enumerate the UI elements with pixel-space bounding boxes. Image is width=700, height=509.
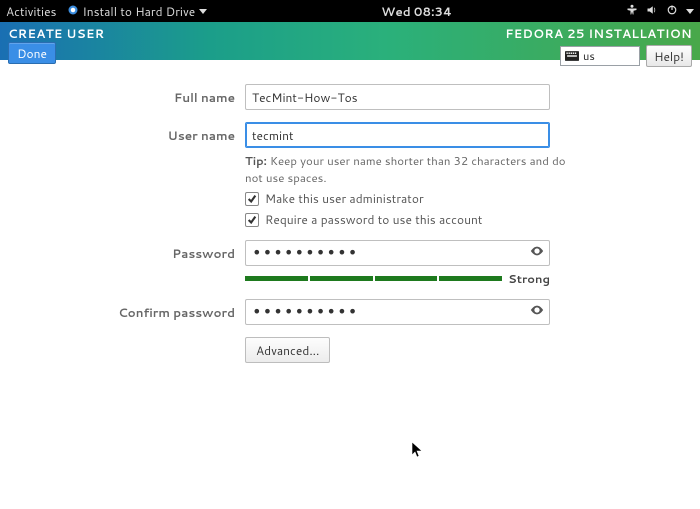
gnome-top-bar: Activities Install to Hard Drive Wed 08:… — [0, 0, 700, 22]
app-icon — [67, 3, 79, 20]
check-icon — [247, 215, 257, 225]
brand-label: FEDORA 25 INSTALLATION — [505, 25, 692, 42]
strength-segment — [310, 276, 373, 281]
strength-label: Strong — [508, 270, 550, 287]
password-label: Password — [60, 245, 245, 262]
page-title: CREATE USER — [8, 25, 104, 42]
admin-checkbox-label: Make this user administrator — [265, 190, 424, 207]
app-menu[interactable]: Install to Hard Drive — [67, 3, 208, 20]
keyboard-icon — [565, 51, 579, 61]
fullname-label: Full name — [60, 89, 245, 106]
fullname-input[interactable] — [245, 84, 550, 110]
chevron-down-icon — [199, 9, 207, 14]
create-user-form: Full name User name Tip: Keep your user … — [0, 60, 700, 363]
password-masked-value: •••••••••• — [252, 240, 358, 266]
volume-icon[interactable] — [646, 3, 658, 20]
admin-checkbox[interactable] — [245, 192, 259, 206]
require-password-checkbox[interactable] — [245, 213, 259, 227]
tip-text: Keep your user name shorter than 32 char… — [245, 152, 566, 186]
tip-prefix: Tip: — [245, 152, 267, 169]
confirm-password-label: Confirm password — [60, 304, 245, 321]
username-label: User name — [60, 127, 245, 144]
username-input[interactable] — [245, 122, 550, 148]
keyboard-layout-label: us — [583, 48, 595, 64]
reveal-password-icon[interactable] — [530, 244, 544, 262]
keyboard-layout-indicator[interactable]: us — [560, 46, 640, 66]
username-tip: Tip: Keep your user name shorter than 32… — [245, 152, 580, 186]
done-button[interactable]: Done — [8, 42, 56, 64]
advanced-button[interactable]: Advanced... — [245, 337, 330, 363]
system-menu-chevron-icon[interactable] — [686, 9, 694, 14]
activities-button[interactable]: Activities — [6, 3, 57, 20]
require-password-checkbox-label: Require a password to use this account — [265, 211, 482, 228]
password-input[interactable]: •••••••••• — [245, 240, 550, 266]
accessibility-icon[interactable] — [626, 3, 638, 20]
strength-segment — [375, 276, 438, 281]
anaconda-header: CREATE USER Done FEDORA 25 INSTALLATION … — [0, 22, 700, 60]
strength-segment — [439, 276, 502, 281]
confirm-password-masked-value: •••••••••• — [252, 299, 358, 325]
help-button[interactable]: Help! — [646, 45, 692, 67]
mouse-cursor-icon — [412, 442, 424, 462]
password-strength-meter: Strong — [245, 270, 550, 287]
clock[interactable]: Wed 08:34 — [207, 3, 626, 20]
reveal-confirm-password-icon[interactable] — [530, 303, 544, 321]
check-icon — [247, 194, 257, 204]
strength-segment — [245, 276, 308, 281]
app-name-label: Install to Hard Drive — [83, 3, 196, 20]
power-icon[interactable] — [666, 3, 678, 20]
confirm-password-input[interactable]: •••••••••• — [245, 299, 550, 325]
